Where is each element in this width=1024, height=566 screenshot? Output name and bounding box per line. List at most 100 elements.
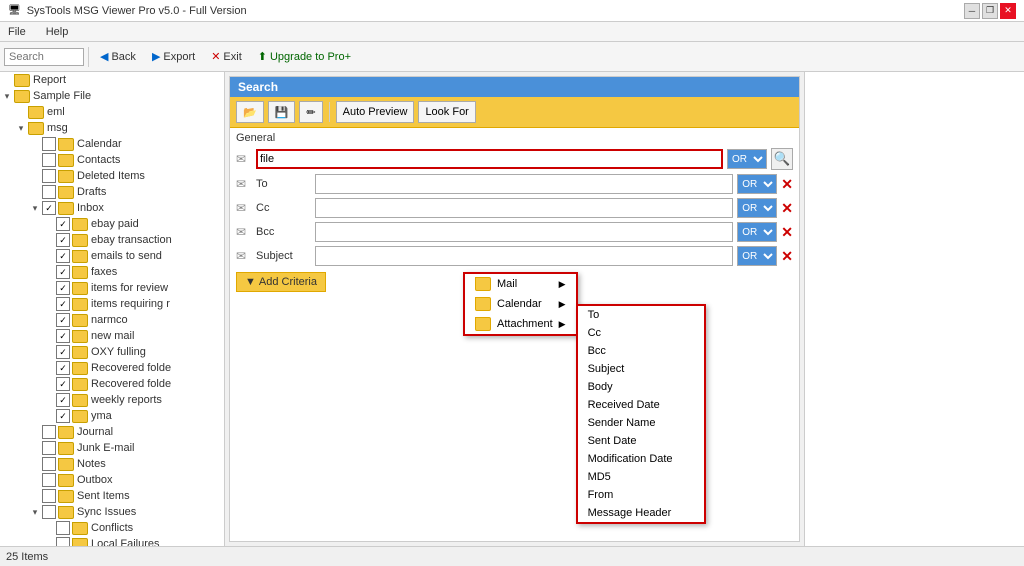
back-button[interactable]: ◀ Back (93, 45, 143, 69)
checkbox[interactable]: ✓ (56, 217, 70, 231)
expand-icon[interactable]: ▾ (0, 89, 14, 103)
checkbox[interactable] (42, 441, 56, 455)
expand-icon[interactable]: ▾ (28, 505, 42, 519)
to-delete-button[interactable]: ✕ (781, 176, 793, 193)
tree-item-13[interactable]: ✓items for review (0, 280, 224, 296)
checkbox[interactable]: ✓ (56, 361, 70, 375)
open-button[interactable]: 📂 (236, 101, 264, 123)
checkbox[interactable] (42, 489, 56, 503)
add-criteria-button[interactable]: ▼ Add Criteria (236, 272, 326, 292)
tree-item-9[interactable]: ✓ebay paid (0, 216, 224, 232)
main-search-input[interactable] (256, 149, 723, 169)
checkbox[interactable] (42, 425, 56, 439)
tree-item-3[interactable]: ▾msg (0, 120, 224, 136)
tree-item-7[interactable]: Drafts (0, 184, 224, 200)
upgrade-button[interactable]: ⬆ Upgrade to Pro+ (251, 45, 358, 69)
submenu-sender-name[interactable]: Sender Name (578, 414, 704, 432)
ctx-attachment-item[interactable]: Attachment ▶ (465, 314, 576, 334)
subject-or-select[interactable]: OR AND (737, 246, 777, 266)
tree-item-6[interactable]: Deleted Items (0, 168, 224, 184)
tree-item-2[interactable]: eml (0, 104, 224, 120)
checkbox[interactable]: ✓ (42, 201, 56, 215)
tree-item-1[interactable]: ▾Sample File (0, 88, 224, 104)
tree-item-12[interactable]: ✓faxes (0, 264, 224, 280)
minimize-button[interactable]: ─ (964, 3, 980, 19)
tree-item-28[interactable]: Conflicts (0, 520, 224, 536)
submenu-sent-date[interactable]: Sent Date (578, 432, 704, 450)
exit-button[interactable]: ✕ Exit (204, 45, 249, 69)
checkbox[interactable]: ✓ (56, 297, 70, 311)
tree-item-4[interactable]: Calendar (0, 136, 224, 152)
expand-icon[interactable]: ▾ (28, 201, 42, 215)
checkbox[interactable]: ✓ (56, 233, 70, 247)
tree-item-5[interactable]: Contacts (0, 152, 224, 168)
tree-item-27[interactable]: ▾Sync Issues (0, 504, 224, 520)
checkbox[interactable]: ✓ (56, 393, 70, 407)
checkbox[interactable] (42, 153, 56, 167)
checkbox[interactable] (42, 473, 56, 487)
ctx-calendar-item[interactable]: Calendar ▶ (465, 294, 576, 314)
to-input[interactable] (315, 174, 733, 194)
checkbox[interactable]: ✓ (56, 409, 70, 423)
menu-help[interactable]: Help (42, 25, 73, 39)
menu-file[interactable]: File (4, 25, 30, 39)
checkbox[interactable] (56, 521, 70, 535)
to-or-select[interactable]: OR AND (737, 174, 777, 194)
checkbox[interactable]: ✓ (56, 281, 70, 295)
submenu-from[interactable]: From (578, 486, 704, 504)
tree-item-22[interactable]: Journal (0, 424, 224, 440)
submenu-bcc[interactable]: Bcc (578, 342, 704, 360)
tree-item-25[interactable]: Outbox (0, 472, 224, 488)
checkbox[interactable] (42, 505, 56, 519)
submenu-message-header[interactable]: Message Header (578, 504, 704, 522)
save-button[interactable]: 💾 (268, 101, 296, 123)
submenu-modification-date[interactable]: Modification Date (578, 450, 704, 468)
look-for-button[interactable]: Look For (418, 101, 475, 123)
tree-item-17[interactable]: ✓OXY fulling (0, 344, 224, 360)
checkbox[interactable]: ✓ (56, 265, 70, 279)
checkbox[interactable] (56, 537, 70, 546)
tree-item-15[interactable]: ✓narmco (0, 312, 224, 328)
checkbox[interactable]: ✓ (56, 345, 70, 359)
tree-item-14[interactable]: ✓items requiring r (0, 296, 224, 312)
submenu-to[interactable]: To (578, 306, 704, 324)
tree-item-29[interactable]: Local Failures (0, 536, 224, 546)
submenu-received-date[interactable]: Received Date (578, 396, 704, 414)
checkbox[interactable] (42, 169, 56, 183)
subject-input[interactable] (315, 246, 733, 266)
bcc-or-select[interactable]: OR AND (737, 222, 777, 242)
cc-delete-button[interactable]: ✕ (781, 200, 793, 217)
tree-item-8[interactable]: ▾✓Inbox (0, 200, 224, 216)
tree-item-26[interactable]: Sent Items (0, 488, 224, 504)
checkbox[interactable] (42, 137, 56, 151)
close-button[interactable]: ✕ (1000, 3, 1016, 19)
checkbox[interactable]: ✓ (56, 249, 70, 263)
submenu-md5[interactable]: MD5 (578, 468, 704, 486)
bcc-input[interactable] (315, 222, 733, 242)
checkbox[interactable]: ✓ (56, 313, 70, 327)
tree-item-21[interactable]: ✓yma (0, 408, 224, 424)
checkbox[interactable] (42, 457, 56, 471)
tree-item-11[interactable]: ✓emails to send (0, 248, 224, 264)
tree-item-10[interactable]: ✓ebay transaction (0, 232, 224, 248)
checkbox[interactable] (42, 185, 56, 199)
tree-item-23[interactable]: Junk E-mail (0, 440, 224, 456)
ctx-mail-item[interactable]: Mail ▶ (465, 274, 576, 294)
expand-icon[interactable]: ▾ (14, 121, 28, 135)
checkbox[interactable]: ✓ (56, 377, 70, 391)
tree-item-19[interactable]: ✓Recovered folde (0, 376, 224, 392)
search-input[interactable] (4, 48, 84, 66)
export-button[interactable]: ▶ Export (145, 45, 202, 69)
cc-input[interactable] (315, 198, 733, 218)
subject-delete-button[interactable]: ✕ (781, 248, 793, 265)
tree-item-18[interactable]: ✓Recovered folde (0, 360, 224, 376)
tree-item-24[interactable]: Notes (0, 456, 224, 472)
submenu-cc[interactable]: Cc (578, 324, 704, 342)
cc-or-select[interactable]: OR AND (737, 198, 777, 218)
main-or-select[interactable]: OR AND (727, 149, 767, 169)
submenu-subject[interactable]: Subject (578, 360, 704, 378)
auto-preview-button[interactable]: Auto Preview (336, 101, 415, 123)
checkbox[interactable]: ✓ (56, 329, 70, 343)
tree-item-0[interactable]: Report (0, 72, 224, 88)
edit-button[interactable]: ✏ (299, 101, 322, 123)
